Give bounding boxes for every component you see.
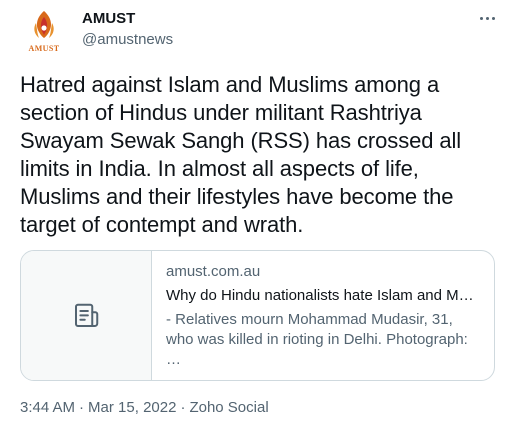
tweet-meta: 3:44 AM · Mar 15, 2022 · Zoho Social	[20, 399, 269, 416]
tweet-time: 3:44 AM	[20, 399, 76, 416]
link-card-domain: amust.com.au	[166, 263, 261, 280]
article-document-icon	[75, 303, 99, 327]
link-card-info: amust.com.au Why do Hindu nationalists h…	[166, 262, 476, 370]
link-card[interactable]: amust.com.au Why do Hindu nationalists h…	[20, 250, 495, 381]
tweet-time-link[interactable]: 3:44 AM · Mar 15, 2022	[20, 399, 176, 416]
more-options-button[interactable]	[474, 8, 500, 28]
author-handle[interactable]: @amustnews	[82, 31, 173, 48]
link-card-title: Why do Hindu nationalists hate Islam and…	[166, 287, 476, 304]
link-card-thumbnail	[21, 251, 152, 380]
more-dot	[491, 16, 495, 20]
more-dot	[485, 16, 489, 20]
amust-logo-icon	[34, 11, 54, 38]
link-card-description: - Relatives mourn Mohammad Mudasir, 31, …	[166, 311, 468, 368]
tweet-text: Hatred against Islam and Muslims among a…	[20, 72, 462, 237]
meta-separator: ·	[79, 399, 85, 416]
meta-separator: ·	[180, 399, 186, 416]
author-name[interactable]: AMUST	[82, 10, 135, 27]
more-horizontal-icon	[479, 16, 483, 20]
tweet-source-link[interactable]: Zoho Social	[189, 399, 268, 416]
tweet: AMUST AMUST @amustnews Hatred against Is…	[0, 0, 519, 434]
tweet-date: Mar 15, 2022	[88, 399, 177, 416]
avatar-label: AMUST	[28, 44, 60, 53]
avatar[interactable]: AMUST	[20, 9, 68, 57]
